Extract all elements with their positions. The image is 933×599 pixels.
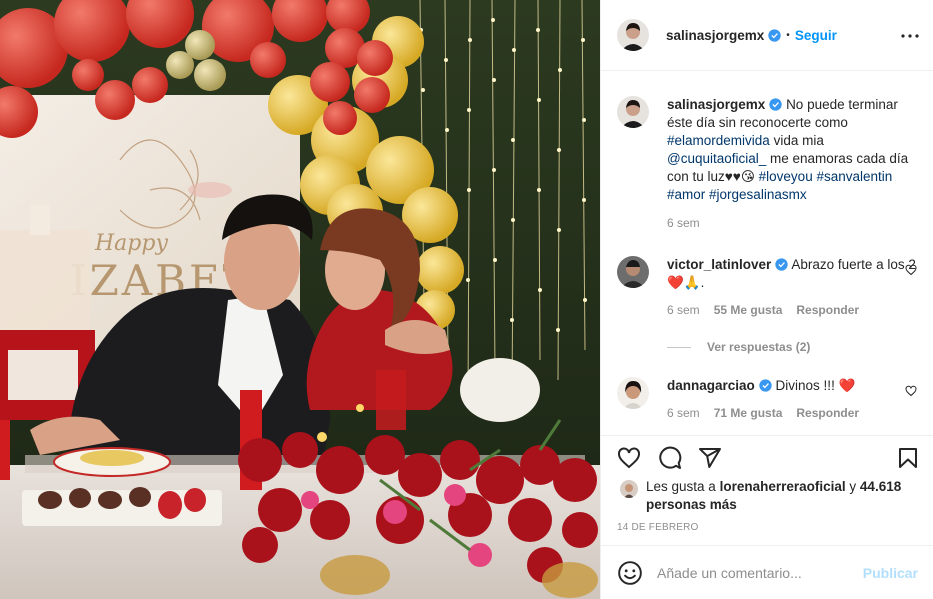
view-replies-label: Ver respuestas (2) (707, 340, 811, 354)
verified-badge-icon (769, 98, 782, 111)
comment-item: victor_latinlover Abrazo fuerte a los 2 … (617, 256, 917, 317)
comment-text: dannagarciao Divinos !!! ❤️ (667, 377, 917, 395)
view-replies-button[interactable]: Ver respuestas (2) (667, 340, 810, 354)
comment-time[interactable]: 6 sem (667, 406, 700, 420)
comment-username[interactable]: victor_latinlover (667, 257, 771, 272)
commenter-avatar[interactable] (617, 377, 649, 409)
reply-button[interactable]: Responder (796, 406, 859, 420)
caption-username[interactable]: salinasjorgemx (667, 97, 765, 112)
comment-likes[interactable]: 71 Me gusta (714, 406, 783, 420)
comment-likes[interactable]: 55 Me gusta (714, 303, 783, 317)
emoji-icon[interactable] (617, 560, 643, 586)
hashtag-sanvalentin[interactable]: #sanvalentin (816, 169, 892, 184)
commenter-avatar[interactable] (617, 256, 649, 288)
caption-meta: 6 sem (667, 216, 917, 230)
action-bar (601, 435, 933, 479)
likes-summary: Les gusta a lorenaherreraoficial y 44.61… (617, 478, 917, 514)
separator-dot: • (786, 29, 790, 41)
comment-composer: Publicar (601, 545, 933, 599)
mention-cuquitaoficial[interactable]: @cuquitaoficial_ (667, 151, 766, 166)
comment-item: dannagarciao Divinos !!! ❤️ 6 sem 71 Me … (617, 377, 917, 420)
follow-button[interactable]: Seguir (795, 28, 837, 43)
caption-time[interactable]: 6 sem (667, 216, 700, 230)
heart-icon[interactable] (615, 444, 643, 472)
liker-username[interactable]: lorenaherreraoficial (720, 479, 846, 494)
verified-badge-icon (768, 28, 781, 42)
comment-meta: 6 sem 71 Me gusta Responder (667, 406, 917, 420)
comment-body: Divinos !!! ❤️ (775, 378, 856, 393)
comment-meta: 6 sem 55 Me gusta Responder (667, 303, 917, 317)
verified-badge-icon (775, 258, 788, 271)
instagram-post: Happy IZABETH salinasjorgemx • Seguir sa… (0, 0, 933, 599)
author-avatar[interactable] (617, 96, 649, 128)
comment-input[interactable] (657, 564, 863, 581)
post-side-panel: salinasjorgemx • Seguir salinasjorgemx N… (600, 0, 933, 599)
man-portrait-icon (617, 256, 649, 288)
post-date[interactable]: 14 DE FEBRERO (617, 522, 699, 533)
heart-icon[interactable] (905, 385, 917, 397)
heart-icon[interactable] (905, 264, 917, 276)
comment-time[interactable]: 6 sem (667, 303, 700, 317)
caption-text-2: vida mia (773, 133, 824, 148)
hashtag-amor[interactable]: #amor (667, 187, 705, 202)
post-header: salinasjorgemx • Seguir (601, 0, 933, 71)
likes-text: Les gusta a lorenaherreraoficial y 44.61… (646, 478, 917, 514)
man-portrait-icon (617, 96, 649, 128)
verified-badge-icon (759, 379, 772, 392)
hashtag-loveyou[interactable]: #loveyou (759, 169, 813, 184)
liker-avatar[interactable] (620, 480, 638, 498)
bookmark-icon[interactable] (894, 444, 922, 472)
woman-portrait-icon (617, 377, 649, 409)
reply-button[interactable]: Responder (796, 303, 859, 317)
more-options-icon[interactable] (898, 24, 922, 48)
author-avatar[interactable] (617, 19, 649, 51)
publish-button[interactable]: Publicar (863, 565, 918, 581)
replies-line (667, 346, 691, 348)
comment-username[interactable]: dannagarciao (667, 378, 755, 393)
comment-icon[interactable] (656, 444, 684, 472)
post-photo[interactable]: Happy IZABETH (0, 0, 600, 599)
man-portrait-icon (617, 19, 649, 51)
author-username[interactable]: salinasjorgemx (666, 28, 764, 43)
caption-entry: salinasjorgemx No puede terminar éste dí… (617, 96, 917, 230)
likes-middle: y (849, 479, 857, 494)
hashtag-elamordemivida[interactable]: #elamordemivida (667, 133, 770, 148)
caption-text: salinasjorgemx No puede terminar éste dí… (667, 96, 917, 204)
svg-text:Happy: Happy (94, 231, 168, 256)
couple-kiss-photo: Happy IZABETH (0, 0, 600, 599)
woman-portrait-icon (620, 480, 638, 498)
comments-list[interactable]: salinasjorgemx No puede terminar éste dí… (601, 72, 933, 434)
comment-text: victor_latinlover Abrazo fuerte a los 2 … (667, 256, 917, 292)
hashtag-jorgesalinasmx[interactable]: #jorgesalinasmx (709, 187, 807, 202)
share-icon[interactable] (696, 444, 724, 472)
likes-prefix: Les gusta a (646, 479, 716, 494)
